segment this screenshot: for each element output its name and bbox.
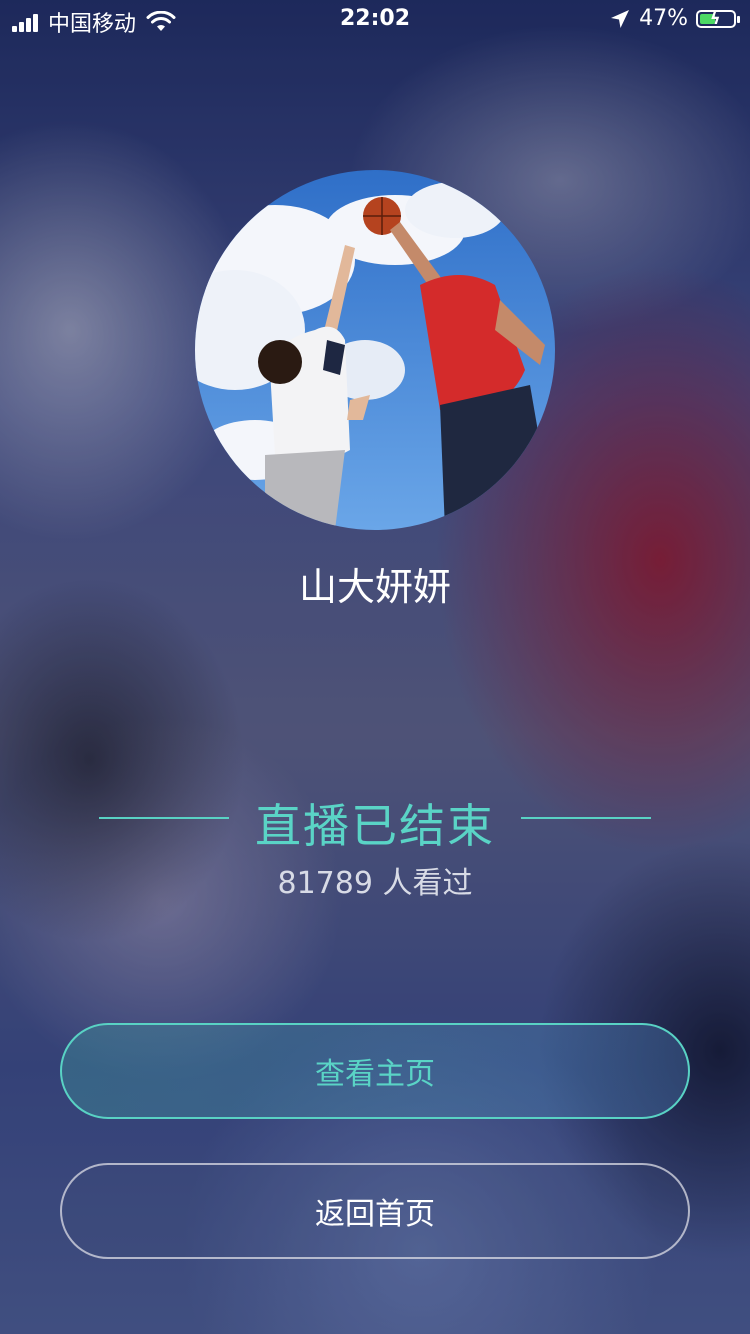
live-ended-header: 直播已结束 [0, 790, 750, 853]
view-profile-button[interactable]: 查看主页 [60, 1023, 690, 1119]
battery-charging-icon: ϟ [696, 9, 740, 28]
back-home-button[interactable]: 返回首页 [60, 1163, 690, 1259]
back-home-label: 返回首页 [315, 1197, 435, 1232]
live-ended-screen: 中国移动 22:02 47% ϟ 山大妍妍 直播已结束 81789 人看过 查看… [0, 0, 750, 1334]
basketball-photo-avatar [195, 170, 555, 530]
username: 山大妍妍 [298, 565, 451, 609]
divider-right [521, 817, 651, 819]
view-profile-label: 查看主页 [315, 1057, 435, 1092]
status-bar: 中国移动 22:02 47% ϟ [0, 0, 750, 40]
location-icon [611, 9, 630, 28]
battery-percent: 47% [639, 6, 688, 31]
viewer-count: 81789 人看过 [277, 866, 473, 901]
status-right: 47% ϟ [609, 6, 740, 31]
avatar[interactable] [195, 170, 555, 530]
live-ended-title: 直播已结束 [255, 799, 495, 853]
